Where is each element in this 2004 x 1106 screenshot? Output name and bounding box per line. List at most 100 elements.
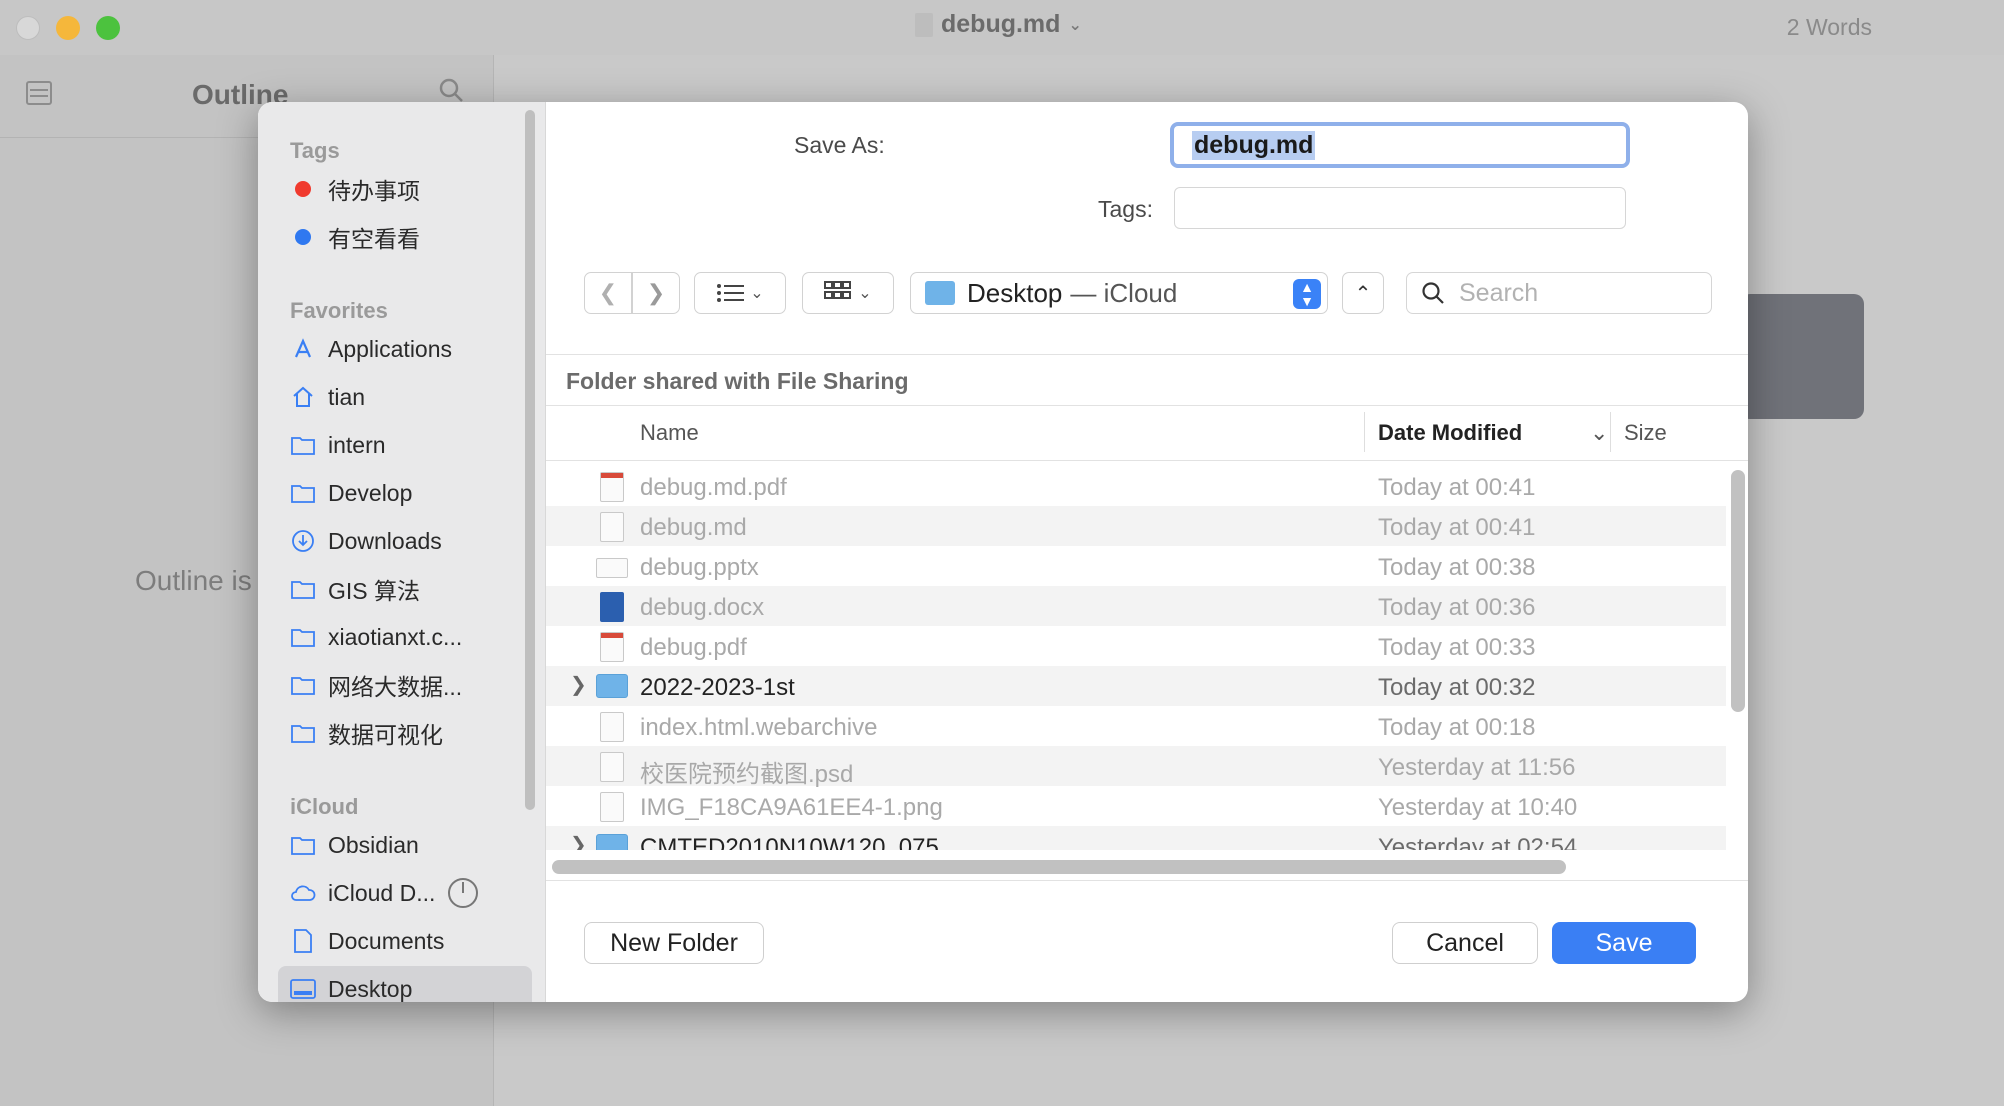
column-separator[interactable] bbox=[1364, 412, 1365, 452]
sidebar-item-bigdata[interactable]: 网络大数据... bbox=[278, 662, 532, 708]
folder-row[interactable]: ❯ 2022-2023-1st Today at 00:32 bbox=[546, 666, 1726, 706]
tags-field[interactable] bbox=[1174, 187, 1626, 229]
column-header: Name Date Modified ⌄ Size bbox=[546, 405, 1748, 461]
column-separator[interactable] bbox=[1610, 412, 1611, 452]
save-dialog: Tags 待办事项 有空看看 Favorites Applications ti… bbox=[258, 102, 1748, 1002]
sidebar-item-downloads[interactable]: Downloads bbox=[278, 518, 532, 564]
sidebar-tag-later[interactable]: 有空看看 bbox=[278, 214, 532, 260]
sidebar-item-label: 有空看看 bbox=[328, 226, 420, 252]
file-row[interactable]: debug.md Today at 00:41 bbox=[546, 506, 1726, 546]
file-date: Yesterday at 02:54 bbox=[1378, 834, 1578, 850]
progress-ring-icon bbox=[448, 878, 479, 908]
sidebar-toggle-icon[interactable] bbox=[26, 81, 52, 105]
file-name: debug.pdf bbox=[640, 634, 747, 661]
icloud-header: iCloud bbox=[290, 794, 359, 819]
outline-empty-text: Outline is bbox=[135, 565, 252, 596]
document-title[interactable]: debug.md ⌄ bbox=[915, 10, 1082, 39]
file-date: Today at 00:32 bbox=[1378, 674, 1536, 701]
dialog-main: Save As: debug.md Tags: ❮ ❯ ⌄ ⌄ Desktop … bbox=[546, 102, 1748, 1002]
folder-row[interactable]: ❯ CMTED2010N10W120_075 Yesterday at 02:5… bbox=[546, 826, 1726, 850]
file-date: Today at 00:41 bbox=[1378, 474, 1536, 501]
desktop-icon bbox=[290, 976, 316, 1002]
cloud-icon bbox=[290, 880, 316, 906]
save-button[interactable]: Save bbox=[1552, 922, 1696, 964]
grid-view-button[interactable]: ⌄ bbox=[802, 272, 894, 314]
file-row[interactable]: debug.docx Today at 00:36 bbox=[546, 586, 1726, 626]
column-size[interactable]: Size bbox=[1624, 420, 1667, 446]
sidebar-item-label: tian bbox=[328, 383, 366, 410]
file-list: debug.md.pdf Today at 00:41 debug.md Tod… bbox=[546, 462, 1726, 850]
document-title-text: debug.md bbox=[941, 10, 1061, 38]
window-close-button[interactable] bbox=[16, 16, 40, 40]
sidebar-item-gis[interactable]: GIS 算法 bbox=[278, 566, 532, 612]
collapse-button[interactable]: ⌃ bbox=[1342, 272, 1384, 314]
sidebar-item-obsidian[interactable]: Obsidian bbox=[278, 822, 532, 868]
divider bbox=[546, 880, 1748, 881]
chevron-right-icon: ❯ bbox=[646, 280, 666, 305]
sidebar-item-xiaotianxt[interactable]: xiaotianxt.c... bbox=[278, 614, 532, 660]
sidebar-item-label: intern bbox=[328, 431, 386, 458]
file-row[interactable]: index.html.webarchive Today at 00:18 bbox=[546, 706, 1726, 746]
back-button[interactable]: ❮ bbox=[584, 272, 632, 314]
chevron-left-icon: ❮ bbox=[598, 280, 618, 305]
folder-icon bbox=[290, 672, 316, 698]
sidebar-item-develop[interactable]: Develop bbox=[278, 470, 532, 516]
list-view-button[interactable]: ⌄ bbox=[694, 272, 786, 314]
file-name: debug.md.pdf bbox=[640, 474, 787, 501]
forward-button[interactable]: ❯ bbox=[632, 272, 680, 314]
sidebar-item-intern[interactable]: intern bbox=[278, 422, 532, 468]
folder-icon bbox=[596, 674, 628, 698]
sidebar-item-dataviz[interactable]: 数据可视化 bbox=[278, 710, 532, 756]
markdown-file-icon bbox=[600, 512, 624, 542]
disclosure-triangle-icon[interactable]: ❯ bbox=[570, 832, 587, 850]
column-date-modified[interactable]: Date Modified bbox=[1378, 420, 1522, 446]
cancel-button[interactable]: Cancel bbox=[1392, 922, 1538, 964]
window-zoom-button[interactable] bbox=[96, 16, 120, 40]
folder-icon bbox=[290, 480, 316, 506]
list-icon bbox=[717, 284, 745, 302]
sidebar-tag-todo[interactable]: 待办事项 bbox=[278, 166, 532, 212]
folder-icon bbox=[290, 832, 316, 858]
downloads-icon bbox=[290, 528, 316, 554]
file-date: Yesterday at 11:56 bbox=[1378, 754, 1576, 781]
chevron-down-icon: ⌄ bbox=[1590, 420, 1609, 445]
window-minimize-button[interactable] bbox=[56, 16, 80, 40]
pptx-file-icon bbox=[596, 558, 628, 578]
file-name: 校医院预约截图.psd bbox=[640, 761, 854, 788]
sidebar-item-tian[interactable]: tian bbox=[278, 374, 532, 420]
new-folder-button[interactable]: New Folder bbox=[584, 922, 764, 964]
file-date: Today at 00:18 bbox=[1378, 714, 1536, 741]
search-field[interactable]: Search bbox=[1406, 272, 1712, 314]
save-as-value: debug.md bbox=[1192, 130, 1316, 160]
sidebar-item-label: Obsidian bbox=[328, 831, 419, 858]
column-name[interactable]: Name bbox=[640, 420, 699, 446]
disclosure-triangle-icon[interactable]: ❯ bbox=[570, 672, 587, 697]
file-row[interactable]: 校医院预约截图.psd Yesterday at 11:56 bbox=[546, 746, 1726, 788]
sidebar-item-label: Applications bbox=[328, 335, 453, 362]
sidebar-item-applications[interactable]: Applications bbox=[278, 326, 532, 372]
tags-header: Tags bbox=[290, 138, 340, 163]
sidebar-item-label: Desktop bbox=[328, 975, 413, 1002]
word-file-icon bbox=[600, 592, 624, 622]
location-select[interactable]: Desktop — iCloud ▲ ▼ bbox=[910, 272, 1328, 314]
word-count[interactable]: 2 Words bbox=[1787, 14, 1872, 41]
file-row[interactable]: debug.pptx Today at 00:38 bbox=[546, 546, 1726, 586]
sidebar-item-icloud-drive[interactable]: iCloud D... bbox=[278, 870, 532, 916]
favorites-header: Favorites bbox=[290, 298, 388, 323]
file-row[interactable]: IMG_F18CA9A61EE4-1.png Yesterday at 10:4… bbox=[546, 786, 1726, 826]
psd-file-icon bbox=[600, 752, 624, 782]
sidebar-scrollbar[interactable] bbox=[525, 110, 535, 810]
sidebar-item-documents[interactable]: Documents bbox=[278, 918, 532, 964]
file-row[interactable]: debug.pdf Today at 00:33 bbox=[546, 626, 1726, 666]
file-row[interactable]: debug.md.pdf Today at 00:41 bbox=[546, 466, 1726, 506]
file-list-vertical-scrollbar[interactable] bbox=[1731, 470, 1745, 712]
file-date: Today at 00:33 bbox=[1378, 634, 1536, 661]
chevron-down-icon: ⌄ bbox=[750, 285, 764, 302]
save-as-field[interactable]: debug.md bbox=[1170, 122, 1630, 168]
document-icon bbox=[915, 12, 933, 37]
home-icon bbox=[290, 384, 316, 410]
search-icon[interactable] bbox=[438, 77, 464, 103]
file-list-horizontal-scrollbar[interactable] bbox=[552, 860, 1566, 874]
sidebar-item-desktop[interactable]: Desktop bbox=[278, 966, 532, 1002]
file-name: CMTED2010N10W120_075 bbox=[640, 834, 939, 850]
